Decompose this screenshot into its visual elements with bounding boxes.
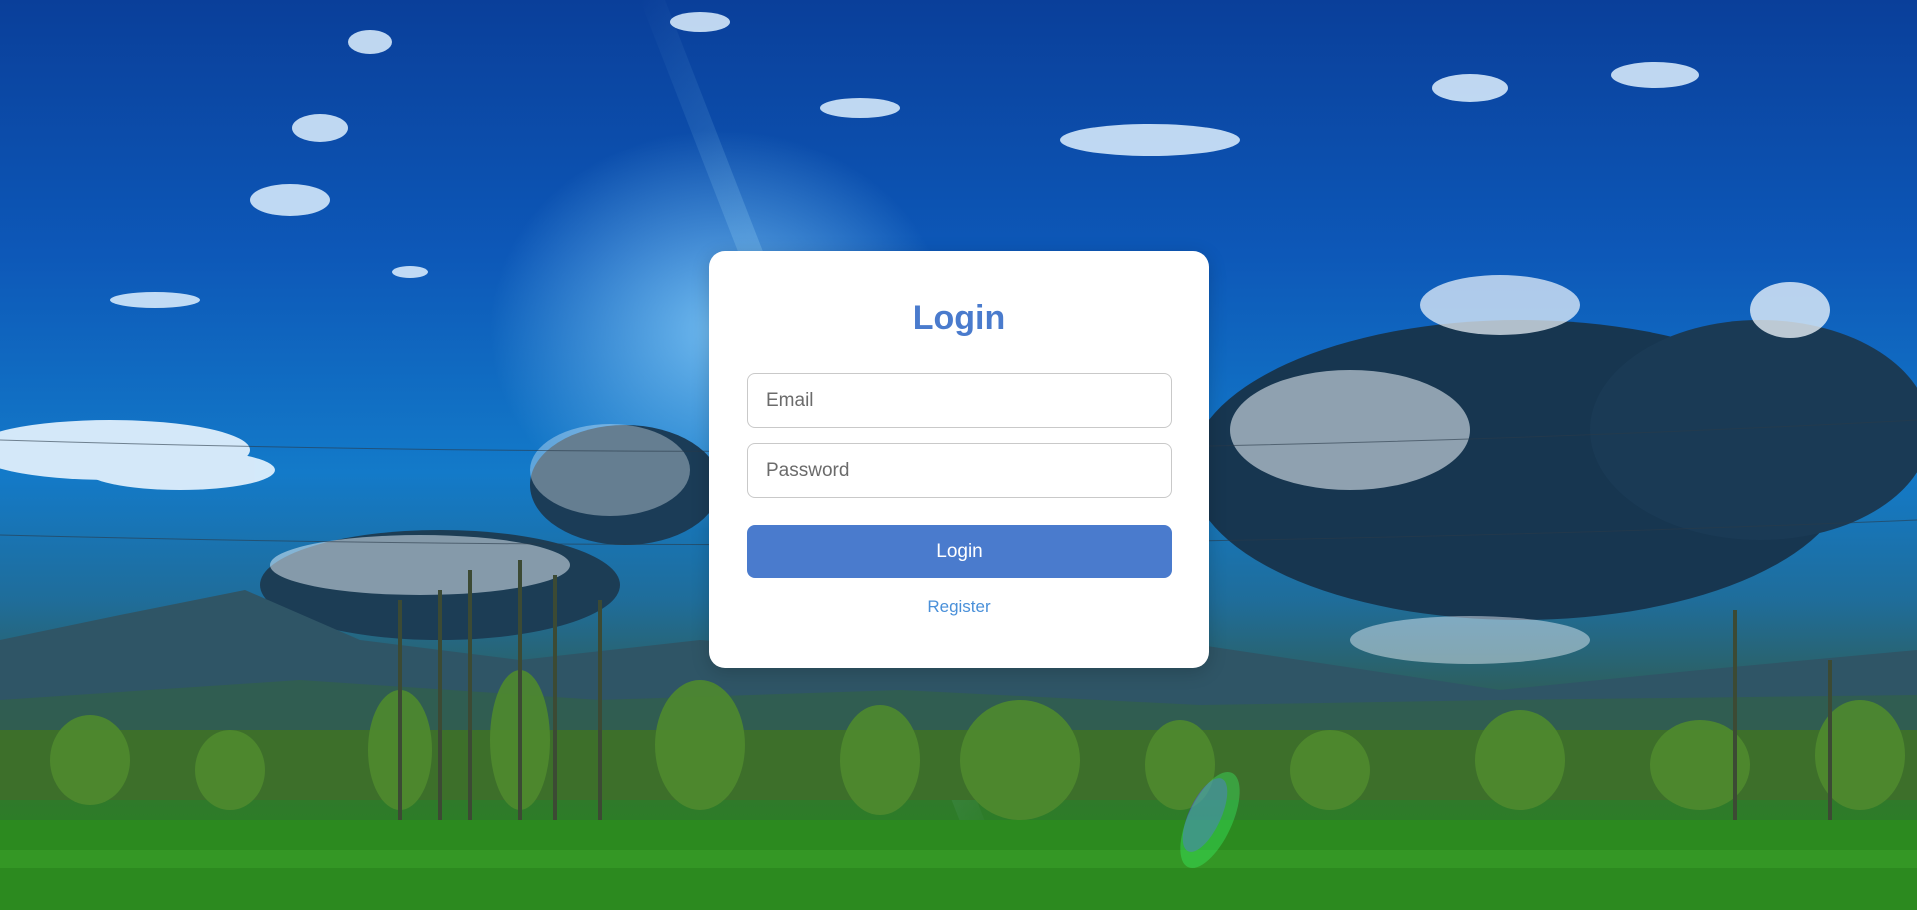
password-input[interactable] [747, 443, 1172, 498]
email-input[interactable] [747, 373, 1172, 428]
register-link[interactable]: Register [927, 597, 990, 616]
login-card: Login Login Register [709, 251, 1209, 668]
login-title: Login [912, 299, 1006, 337]
login-button[interactable]: Login [747, 525, 1172, 578]
register-link-container: Register [709, 597, 1209, 617]
